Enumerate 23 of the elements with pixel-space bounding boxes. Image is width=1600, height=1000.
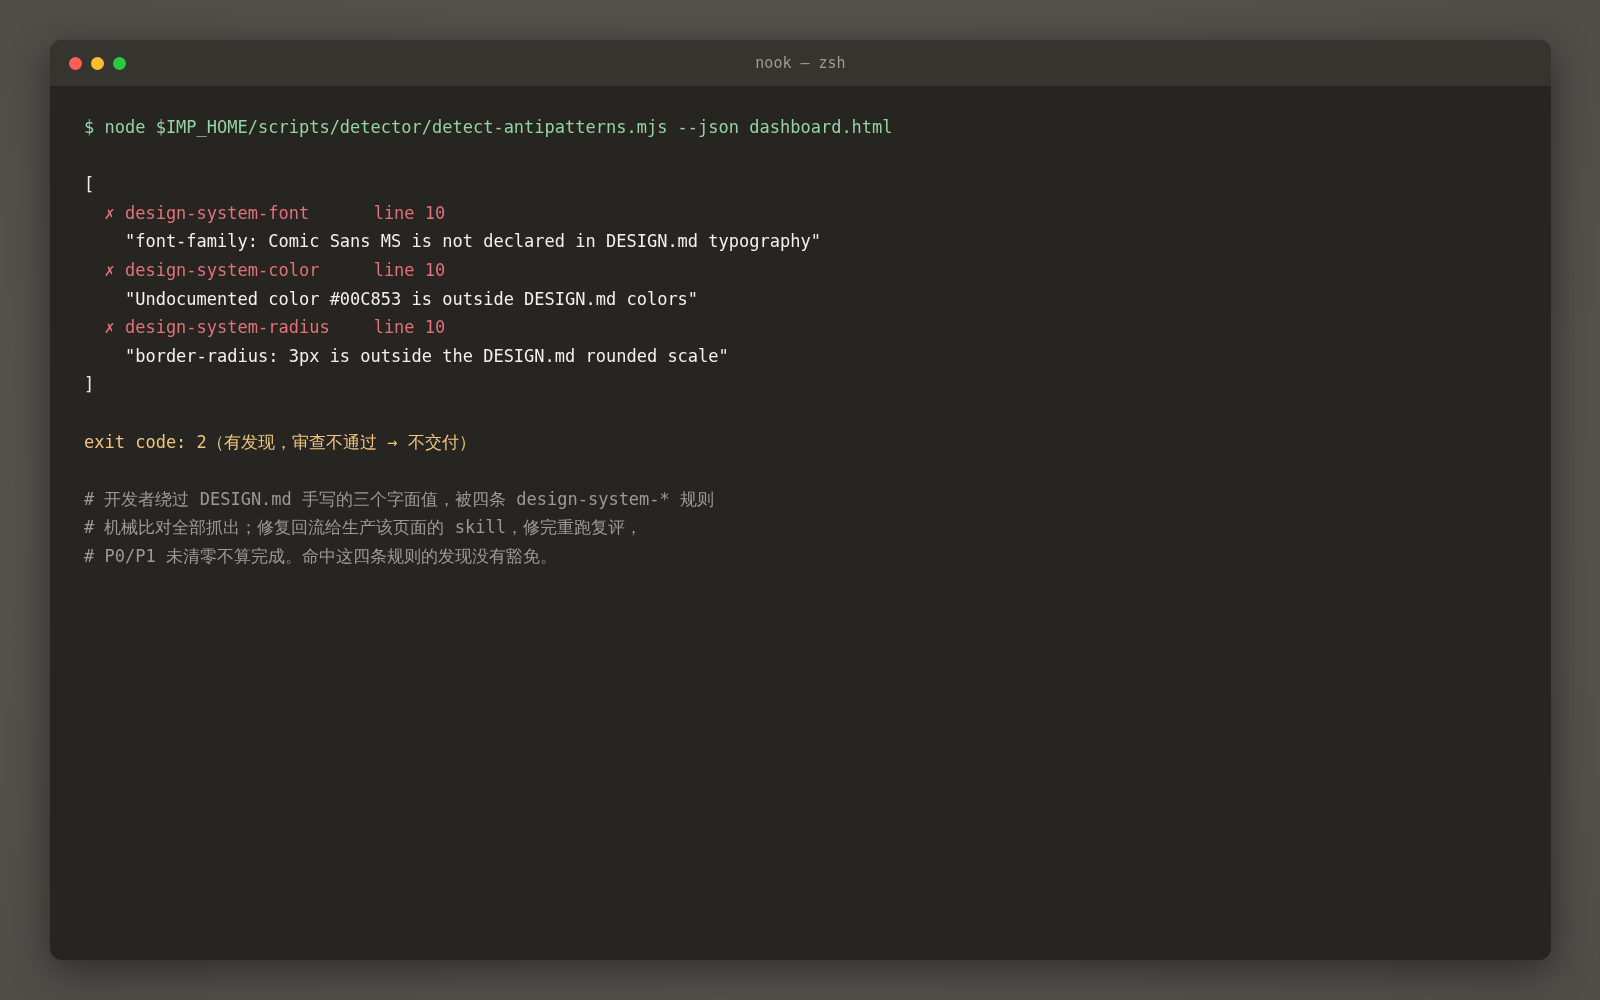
zoom-button[interactable]: [113, 56, 126, 70]
comment-line: # 开发者绕过 DESIGN.md 手写的三个字面值，被四条 design-system-* 规则: [84, 487, 715, 511]
line-number: line 10: [373, 316, 446, 340]
minimize-button[interactable]: [91, 56, 104, 70]
comment-line: # 机械比对全部抓出；修复回流给生产该页面的 skill，修完重跑复评，: [84, 516, 642, 540]
cross-icon: ✗: [104, 255, 125, 285]
finding-message: "Undocumented color #00C853 is outside DESIGN.md colors": [124, 287, 699, 311]
finding-message: "font-family: Comic Sans MS is not declared in DESIGN.md typography": [124, 230, 821, 254]
line-number: line 10: [373, 258, 446, 282]
bracket-text: [: [84, 173, 95, 197]
finding-message: "border-radius: 3px is outside the DESIGN.md rounded scale": [124, 344, 729, 368]
close-button[interactable]: [69, 56, 82, 70]
line-number: line 10: [373, 201, 446, 225]
comment-line: # P0/P1 未清零不算完成。命中这四条规则的发现没有豁免。: [84, 544, 557, 568]
command-line: $ node $IMP_HOME/scripts/detector/detect-antipatterns.mjs --json dashboard.html: [84, 116, 893, 139]
cross-icon: ✗: [104, 313, 125, 342]
cross-icon: ✗: [104, 198, 125, 228]
rule-name: design-system-radius: [124, 316, 331, 340]
rule-name: design-system-font: [124, 201, 311, 225]
exit-code-line: exit code: 2（有发现，审查不通过 → 不交付）: [84, 430, 476, 454]
window-title: nook — zsh: [755, 54, 846, 72]
rule-name: design-system-color: [124, 258, 321, 282]
bracket-text: ]: [84, 373, 95, 397]
